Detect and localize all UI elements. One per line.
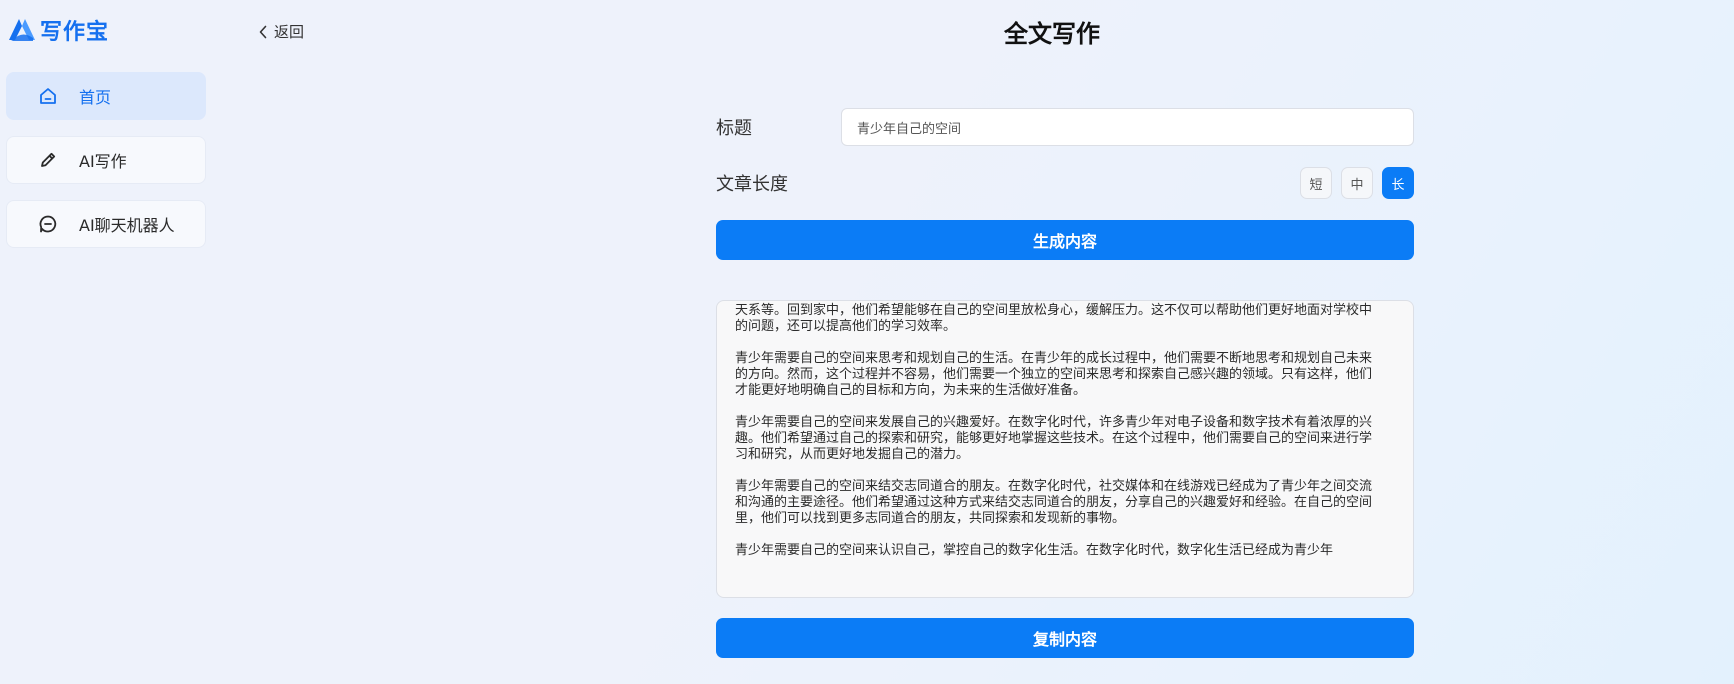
content-paragraph: 天系等。回到家中，他们希望能够在自己的空间里放松身心，缓解压力。这不仅可以帮助他… [735,303,1373,334]
sidebar: 首页 AI写作 AI聊天机器人 [6,72,206,264]
copy-content-button[interactable]: 复制内容 [716,618,1414,658]
sidebar-item-label: 首页 [79,88,112,107]
title-label: 标题 [716,118,752,139]
content-paragraph: 青少年需要自己的空间来发展自己的兴趣爱好。在数字化时代，许多青少年对电子设备和数… [735,415,1373,462]
title-row: 标题 [716,108,1414,146]
generated-content-box[interactable]: 天系等。回到家中，他们希望能够在自己的空间里放松身心，缓解压力。这不仅可以帮助他… [716,300,1414,598]
length-option-long[interactable]: 长 [1382,167,1414,199]
back-button[interactable]: 返回 [258,21,304,42]
back-label: 返回 [274,23,305,41]
length-option-medium[interactable]: 中 [1341,167,1373,199]
title-input[interactable] [841,108,1414,146]
length-label: 文章长度 [716,174,788,195]
writing-form: 标题 文章长度 短 中 长 生成内容 天系等。回到家中，他们希望能够在自己的空间… [716,108,1414,658]
generate-content-button[interactable]: 生成内容 [716,220,1414,260]
chevron-left-icon [259,25,267,38]
sidebar-item-home[interactable]: 首页 [6,72,206,120]
logo-text: 写作宝 [40,20,110,45]
sidebar-item-ai-chatbot[interactable]: AI聊天机器人 [6,200,206,248]
pen-icon [37,149,59,171]
length-options: 短 中 长 [1300,167,1414,199]
generated-content-text: 天系等。回到家中，他们希望能够在自己的空间里放松身心，缓解压力。这不仅可以帮助他… [735,303,1380,575]
home-icon [37,85,59,107]
content-paragraph: 青少年需要自己的空间来思考和规划自己的生活。在青少年的成长过程中，他们需要不断地… [735,351,1373,398]
length-option-short[interactable]: 短 [1300,167,1332,199]
app-logo: 写作宝 [8,14,109,46]
sidebar-item-ai-writing[interactable]: AI写作 [6,136,206,184]
length-row: 文章长度 短 中 长 [716,166,1414,200]
content-paragraph: 青少年需要自己的空间来认识自己，掌控自己的数字化生活。在数字化时代，数字化生活已… [735,543,1334,558]
logo-icon [9,19,35,41]
content-paragraph: 青少年需要自己的空间来结交志同道合的朋友。在数字化时代，社交媒体和在线游戏已经成… [735,479,1373,526]
sidebar-item-label: AI写作 [79,152,127,171]
sidebar-item-label: AI聊天机器人 [79,216,175,235]
chat-icon [37,213,59,235]
